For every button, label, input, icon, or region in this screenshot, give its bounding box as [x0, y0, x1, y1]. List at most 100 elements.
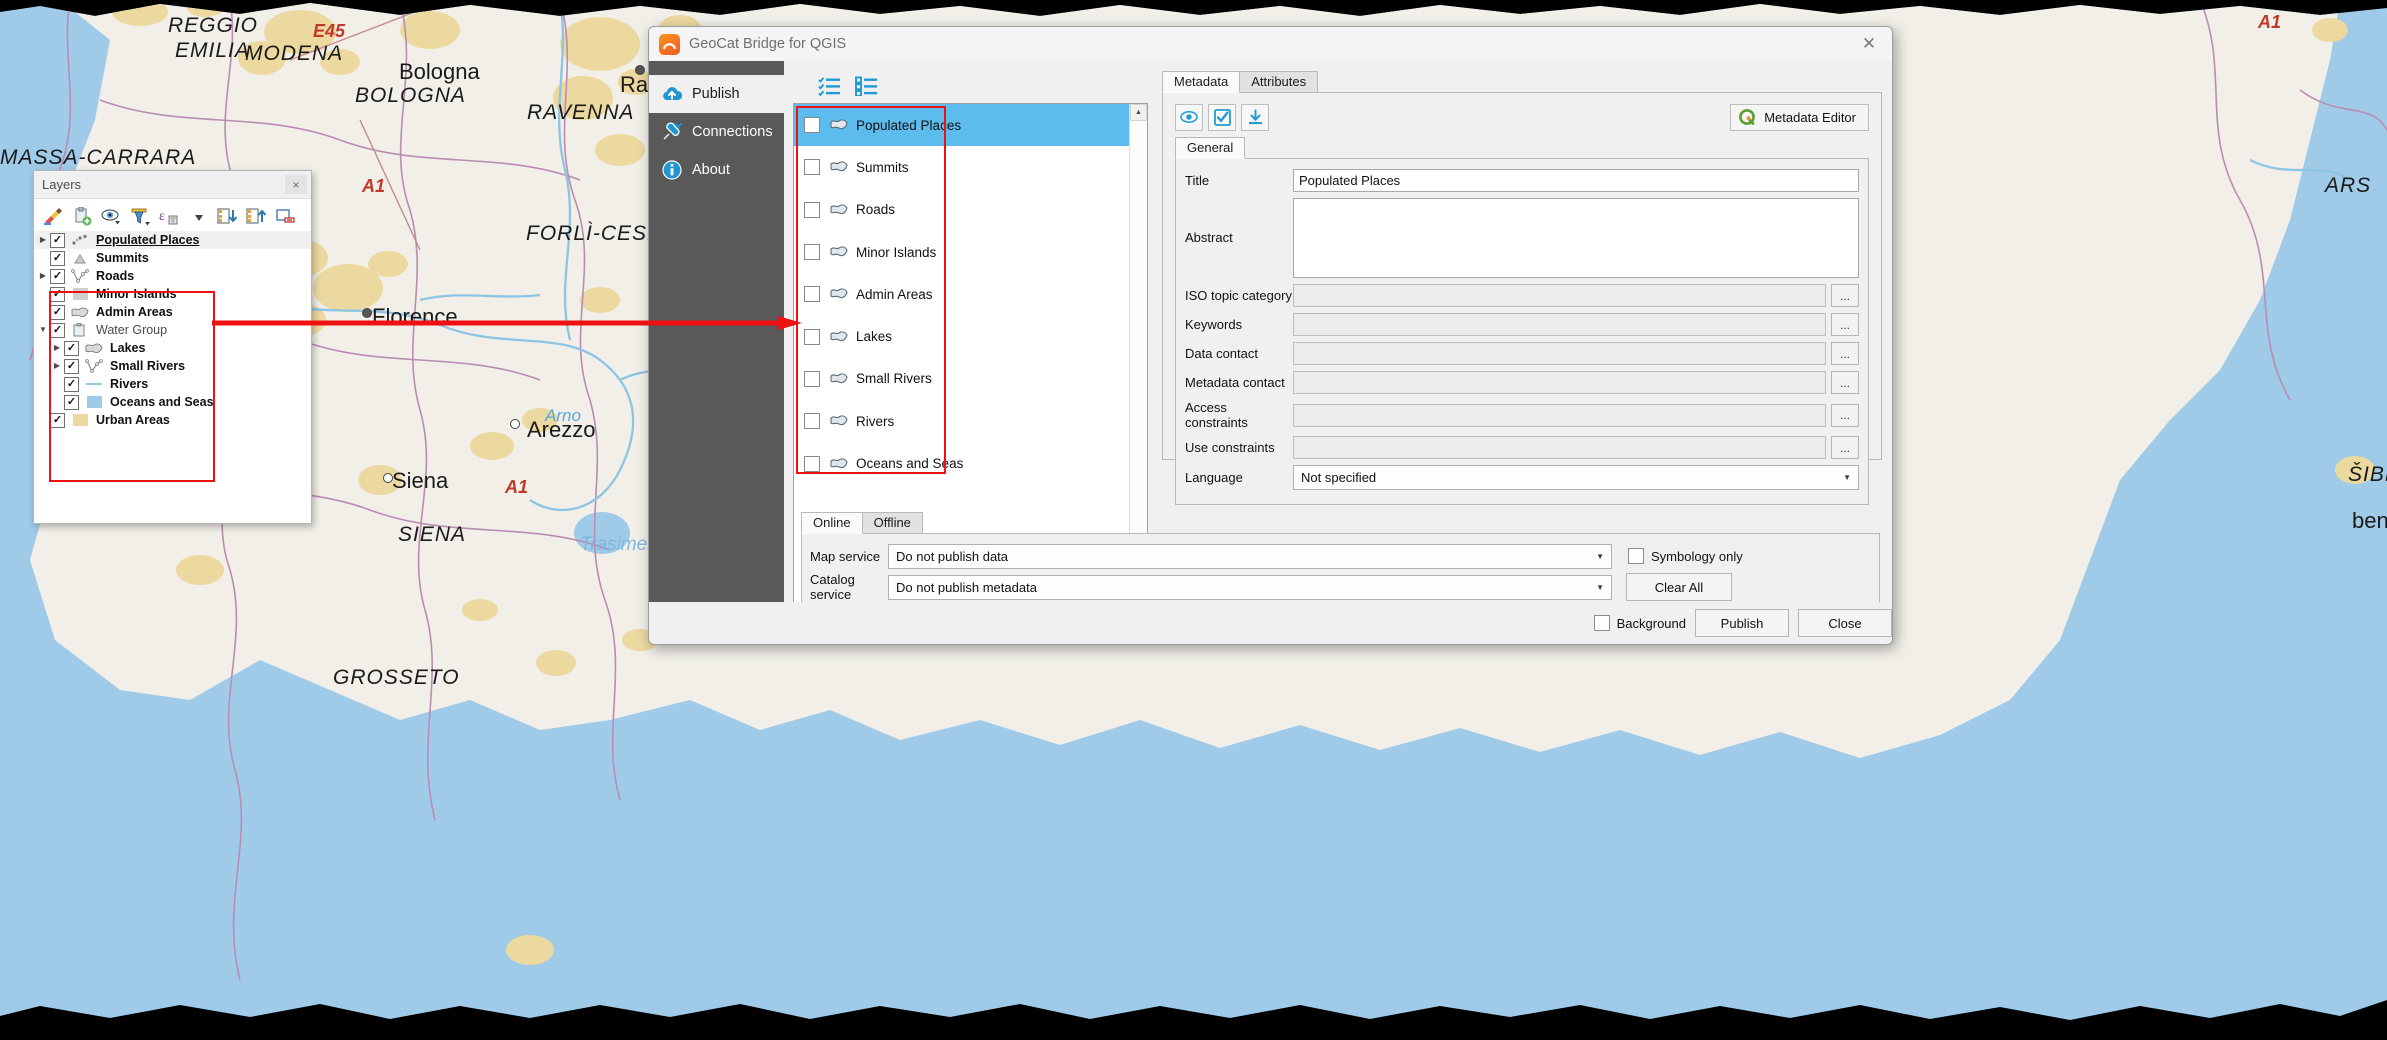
- open-attribute-table-style-icon[interactable]: [40, 203, 67, 229]
- layer-visibility-checkbox[interactable]: ✓: [50, 323, 65, 338]
- title-field[interactable]: Populated Places: [1293, 169, 1859, 192]
- layer-tree-item[interactable]: ✓Oceans and Seas: [34, 393, 311, 411]
- layer-tree-item[interactable]: ▶✓Populated Places: [34, 231, 311, 249]
- list-item[interactable]: Roads: [794, 189, 1129, 231]
- map-service-select[interactable]: Do not publish data ▼: [888, 544, 1612, 569]
- symbology-only-checkbox[interactable]: Symbology only: [1628, 548, 1743, 564]
- access-constraints-field[interactable]: [1293, 404, 1826, 427]
- layer-visibility-checkbox[interactable]: ✓: [64, 341, 79, 356]
- layer-visibility-checkbox[interactable]: ✓: [50, 413, 65, 428]
- language-select[interactable]: Not specified▼: [1293, 465, 1859, 490]
- layer-publish-checkbox[interactable]: [804, 202, 820, 218]
- remove-layer-icon[interactable]: [272, 203, 299, 229]
- filter-legend-icon[interactable]: [127, 203, 154, 229]
- expand-all-icon[interactable]: [214, 203, 241, 229]
- select-all-icon[interactable]: [817, 75, 843, 97]
- layer-tree-item[interactable]: ✓Urban Areas: [34, 411, 311, 429]
- data-contact-field[interactable]: [1293, 342, 1826, 365]
- geocat-bridge-dialog[interactable]: GeoCat Bridge for QGIS ✕ Publish Connect…: [648, 26, 1893, 645]
- tab-metadata[interactable]: Metadata: [1162, 71, 1240, 93]
- layer-tree-item[interactable]: ▶✓Roads: [34, 267, 311, 285]
- list-item[interactable]: Lakes: [794, 315, 1129, 357]
- data-contact-browse-button[interactable]: ...: [1831, 342, 1859, 365]
- use-constraints-browse-button[interactable]: ...: [1831, 436, 1859, 459]
- sidebar-item-publish[interactable]: Publish: [649, 75, 784, 113]
- metadata-tabstrip[interactable]: Metadata Attributes: [1162, 70, 1882, 93]
- metadata-contact-field[interactable]: [1293, 371, 1826, 394]
- list-item[interactable]: Oceans and Seas: [794, 442, 1129, 484]
- tree-expander-icon[interactable]: ▶: [50, 362, 64, 370]
- list-item[interactable]: Minor Islands: [794, 231, 1129, 273]
- collapse-all-icon[interactable]: [243, 203, 270, 229]
- dialog-titlebar[interactable]: GeoCat Bridge for QGIS ✕: [649, 27, 1892, 61]
- layer-visibility-checkbox[interactable]: ✓: [64, 359, 79, 374]
- iso-topic-category-browse-button[interactable]: ...: [1831, 284, 1859, 307]
- layer-tree-item[interactable]: ✓Rivers: [34, 375, 311, 393]
- close-button[interactable]: Close: [1798, 609, 1892, 637]
- layer-publish-checkbox[interactable]: [804, 244, 820, 260]
- service-tabstrip[interactable]: Online Offline: [801, 511, 1880, 534]
- tab-attributes[interactable]: Attributes: [1239, 71, 1318, 92]
- layer-publish-checkbox[interactable]: [804, 117, 820, 133]
- layer-publish-checkbox[interactable]: [804, 329, 820, 345]
- list-item[interactable]: Populated Places: [794, 104, 1129, 146]
- layers-panel[interactable]: Layers × ε ▶✓Populate: [33, 170, 312, 524]
- layer-visibility-checkbox[interactable]: ✓: [50, 251, 65, 266]
- layer-publish-checkbox[interactable]: [804, 286, 820, 302]
- abstract-field[interactable]: [1293, 198, 1859, 278]
- iso-topic-category-field[interactable]: [1293, 284, 1826, 307]
- add-group-icon[interactable]: [69, 203, 96, 229]
- use-constraints-field[interactable]: [1293, 436, 1826, 459]
- list-item[interactable]: Rivers: [794, 400, 1129, 442]
- layer-tree-item[interactable]: ✓Minor Islands: [34, 285, 311, 303]
- tab-online[interactable]: Online: [801, 512, 863, 534]
- layer-tree-item[interactable]: ▶✓Lakes: [34, 339, 311, 357]
- layers-tree[interactable]: ▶✓Populated Places✓Summits▶✓Roads✓Minor …: [34, 231, 311, 429]
- layer-visibility-checkbox[interactable]: ✓: [50, 269, 65, 284]
- layer-tree-item[interactable]: ▶✓Small Rivers: [34, 357, 311, 375]
- chevron-down-icon[interactable]: [185, 203, 212, 229]
- layer-selection-toolbar[interactable]: [793, 71, 1148, 101]
- sidebar-item-about[interactable]: About: [649, 151, 784, 189]
- layer-visibility-checkbox[interactable]: ✓: [50, 233, 65, 248]
- layer-visibility-checkbox[interactable]: ✓: [50, 287, 65, 302]
- layer-tree-item[interactable]: ✓Summits: [34, 249, 311, 267]
- tree-expander-icon[interactable]: ▶: [50, 344, 64, 352]
- metadata-contact-browse-button[interactable]: ...: [1831, 371, 1859, 394]
- close-icon[interactable]: ×: [285, 175, 307, 194]
- expression-filter-icon[interactable]: ε: [156, 203, 183, 229]
- scroll-up-icon[interactable]: ▲: [1130, 104, 1147, 121]
- save-metadata-icon[interactable]: [1241, 104, 1269, 131]
- layer-visibility-checkbox[interactable]: ✓: [64, 377, 79, 392]
- tree-expander-icon[interactable]: ▼: [36, 326, 50, 334]
- manage-visibility-icon[interactable]: [98, 203, 125, 229]
- layer-visibility-checkbox[interactable]: ✓: [50, 305, 65, 320]
- keywords-field[interactable]: [1293, 313, 1826, 336]
- metadata-toolbar[interactable]: Metadata Editor: [1175, 103, 1869, 131]
- layer-publish-checkbox[interactable]: [804, 159, 820, 175]
- tree-expander-icon[interactable]: ▶: [36, 236, 50, 244]
- layers-panel-toolbar[interactable]: ε: [34, 199, 311, 231]
- general-tabstrip[interactable]: General: [1175, 136, 1869, 159]
- access-constraints-browse-button[interactable]: ...: [1831, 404, 1859, 427]
- layer-visibility-checkbox[interactable]: ✓: [64, 395, 79, 410]
- layer-publish-checkbox[interactable]: [804, 456, 820, 472]
- layers-tree-list[interactable]: ▶✓Populated Places✓Summits▶✓Roads✓Minor …: [34, 231, 311, 429]
- validate-metadata-icon[interactable]: [1208, 104, 1236, 131]
- clear-all-button[interactable]: Clear All: [1626, 573, 1732, 601]
- layer-publish-checkbox[interactable]: [804, 371, 820, 387]
- checkbox-box[interactable]: [1594, 615, 1610, 631]
- preview-metadata-icon[interactable]: [1175, 104, 1203, 131]
- background-checkbox[interactable]: Background: [1594, 615, 1686, 631]
- close-icon[interactable]: ✕: [1854, 31, 1884, 57]
- checkbox-box[interactable]: [1628, 548, 1644, 564]
- catalog-service-select[interactable]: Do not publish metadata ▼: [888, 575, 1612, 600]
- list-item[interactable]: Small Rivers: [794, 358, 1129, 400]
- sidebar-item-connections[interactable]: Connections: [649, 113, 784, 151]
- metadata-editor-button[interactable]: Metadata Editor: [1730, 104, 1869, 131]
- dialog-sidebar[interactable]: Publish Connections About: [649, 61, 784, 644]
- tab-general[interactable]: General: [1175, 137, 1245, 159]
- tab-offline[interactable]: Offline: [862, 512, 923, 533]
- list-item[interactable]: Admin Areas: [794, 273, 1129, 315]
- deselect-all-icon[interactable]: [854, 75, 880, 97]
